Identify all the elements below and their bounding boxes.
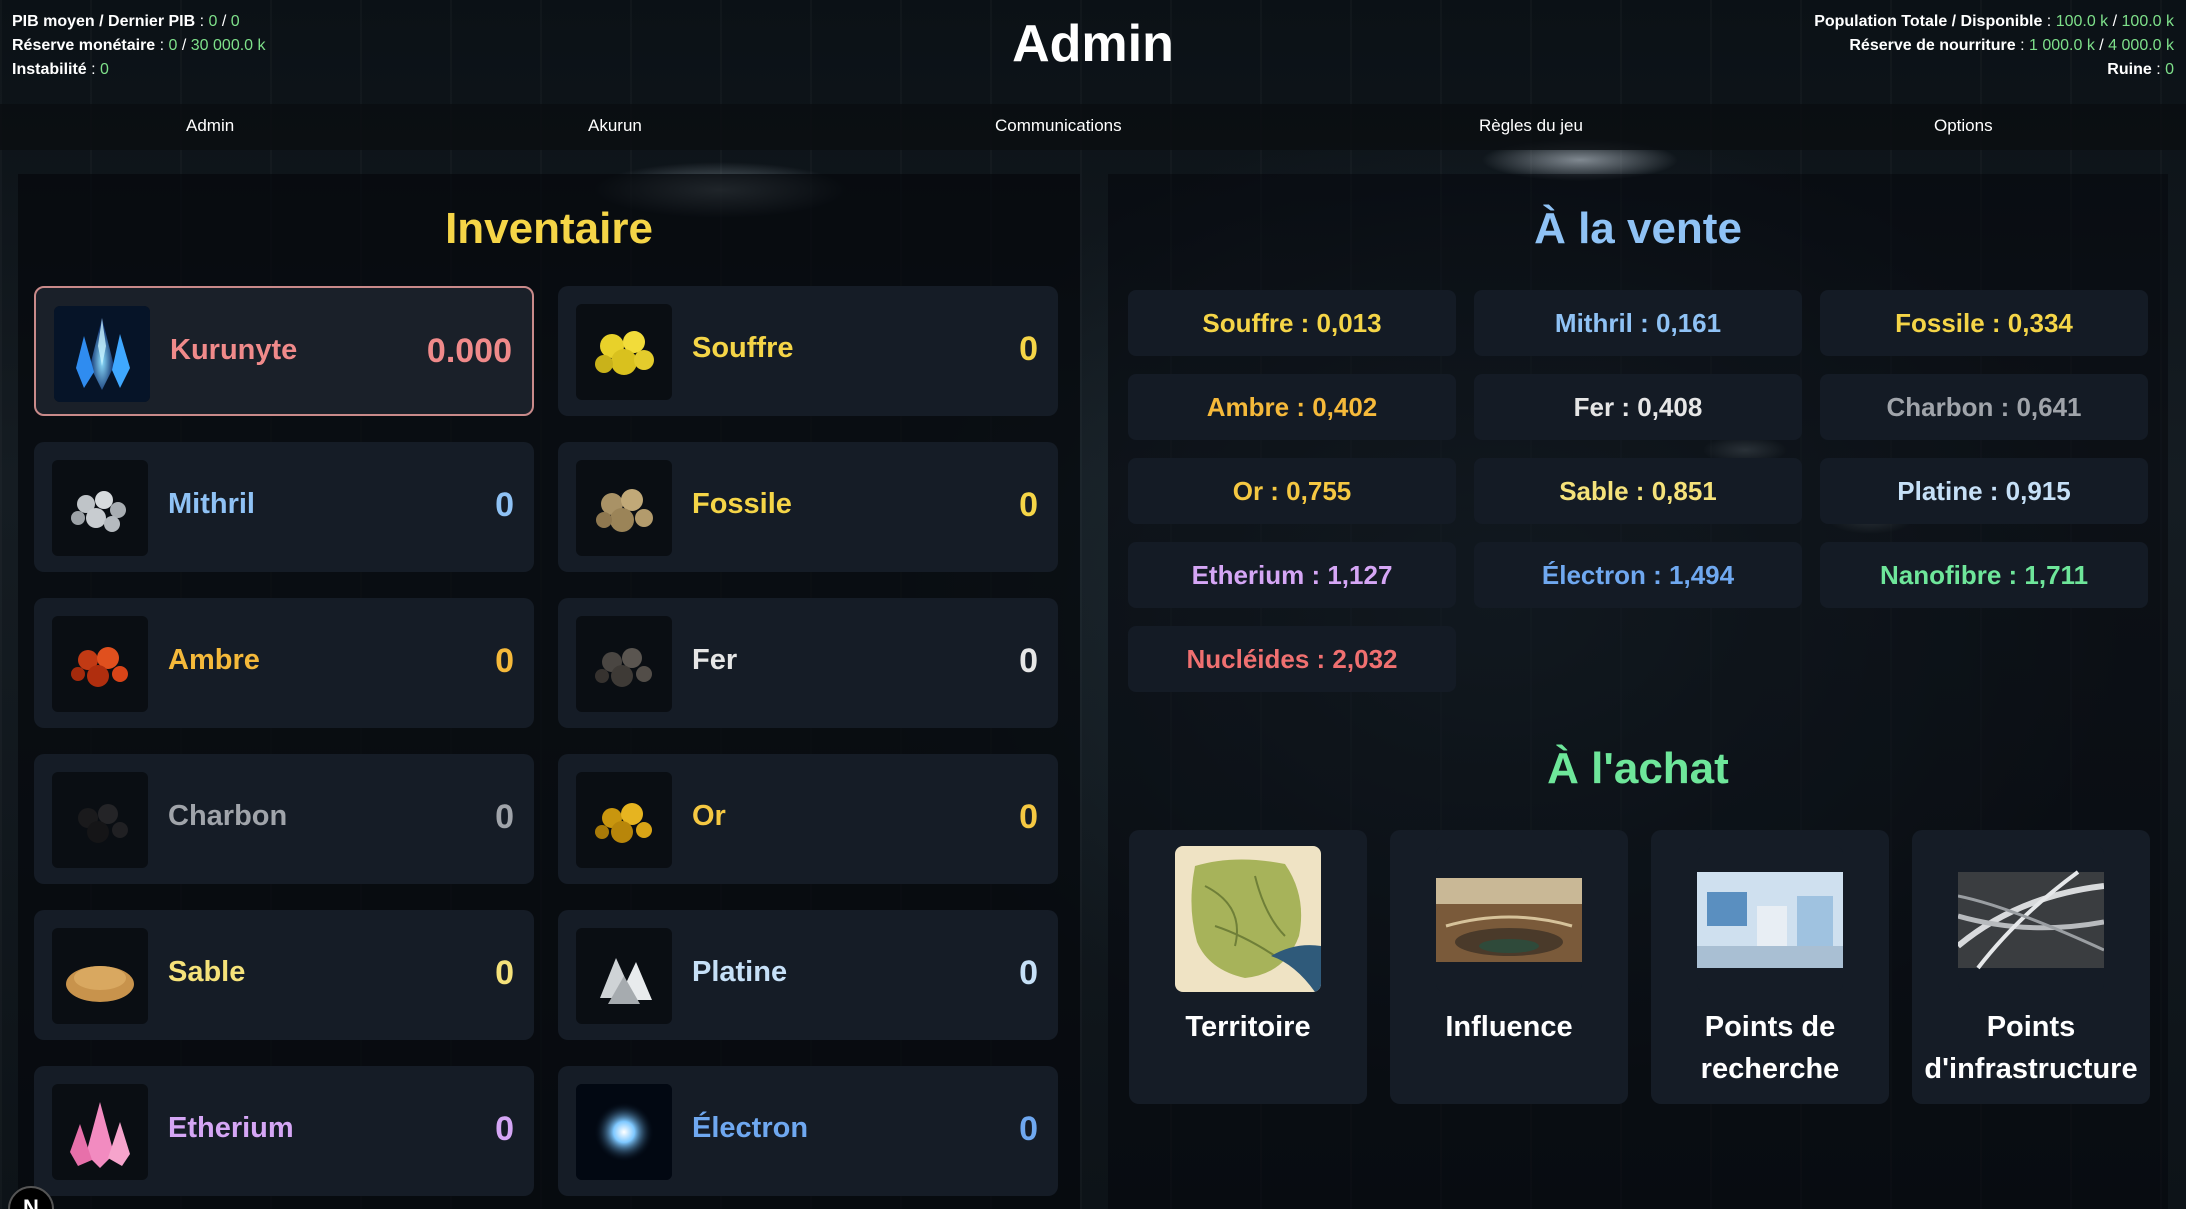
inventory-card-electron[interactable]: Électron 0 (558, 1066, 1058, 1196)
sale-button-etherium[interactable]: Etherium : 1,127 (1128, 542, 1456, 608)
sale-button-electron[interactable]: Électron : 1,494 (1474, 542, 1802, 608)
nav-item-regles[interactable]: Règles du jeu (1479, 116, 1583, 136)
inventory-card-ambre[interactable]: Ambre 0 (34, 598, 534, 728)
purchase-label: Points de recherche (1700, 1011, 1840, 1085)
nav-item-admin[interactable]: Admin (186, 116, 234, 136)
sale-button-charbon[interactable]: Charbon : 0,641 (1820, 374, 2148, 440)
souffre-icon (576, 304, 672, 400)
inventory-item-qty: 0 (1019, 486, 1038, 524)
inventory-item-name: Fossile (692, 488, 792, 520)
inventory-item-qty: 0 (495, 642, 514, 680)
inventory-item-qty: 0 (1019, 1110, 1038, 1148)
inventory-card-souffre[interactable]: Souffre 0 (558, 286, 1058, 416)
inventory-item-name: Fer (692, 644, 738, 676)
inventory-item-name: Etherium (168, 1112, 294, 1144)
inventory-card-charbon[interactable]: Charbon 0 (34, 754, 534, 884)
inventory-card-kurunyte[interactable]: Kurunyte 0.000 (34, 286, 534, 416)
purchase-label: Territoire (1185, 1011, 1311, 1043)
sale-button-fossile[interactable]: Fossile : 0,334 (1820, 290, 2148, 356)
inventory-card-fer[interactable]: Fer 0 (558, 598, 1058, 728)
inventory-item-name: Platine (692, 956, 788, 988)
inventory-item-qty: 0 (495, 1110, 514, 1148)
inventory-item-name: Sable (168, 956, 246, 988)
mithril-icon (52, 460, 148, 556)
inventory-item-qty: 0 (1019, 642, 1038, 680)
purchase-card-influence[interactable]: Influence (1390, 830, 1628, 1104)
inventory-item-name: Mithril (168, 488, 255, 520)
inventory-item-qty: 0 (495, 798, 514, 836)
purchase-label: Points d'infrastructure (1924, 1011, 2138, 1085)
purchase-title: À l'achat (1547, 744, 1729, 793)
inventory-item-name: Charbon (168, 800, 288, 832)
nav-item-akurun[interactable]: Akurun (588, 116, 642, 136)
sable-icon (52, 928, 148, 1024)
page-title: Admin (1012, 15, 1174, 73)
purchase-card-recherche[interactable]: Points de recherche (1651, 830, 1889, 1104)
sale-button-souffre[interactable]: Souffre : 0,013 (1128, 290, 1456, 356)
inventory-item-qty: 0.000 (426, 332, 512, 370)
inventory-item-qty: 0 (1019, 330, 1038, 368)
inventory-card-platine[interactable]: Platine 0 (558, 910, 1058, 1040)
inventory-item-name: Souffre (692, 332, 794, 364)
sale-title: À la vente (1534, 204, 1742, 253)
purchase-card-territoire[interactable]: Territoire (1129, 830, 1367, 1104)
electron-icon (576, 1084, 672, 1180)
platine-icon (576, 928, 672, 1024)
sale-button-fer[interactable]: Fer : 0,408 (1474, 374, 1802, 440)
inventory-item-name: Électron (692, 1112, 809, 1144)
laboratory-icon (1697, 846, 1843, 992)
sale-button-ambre[interactable]: Ambre : 0,402 (1128, 374, 1456, 440)
sale-button-nanofibre[interactable]: Nanofibre : 1,711 (1820, 542, 2148, 608)
sale-button-nucleides[interactable]: Nucléides : 2,032 (1128, 626, 1456, 692)
parliament-icon (1436, 846, 1582, 992)
main-nav: Admin Akurun Communications Règles du je… (0, 104, 2186, 150)
inventory-item-qty: 0 (1019, 954, 1038, 992)
inventory-item-name: Or (692, 800, 726, 832)
nav-item-communications[interactable]: Communications (995, 116, 1122, 136)
inventory-item-qty: 0 (495, 486, 514, 524)
etherium-icon (52, 1084, 148, 1180)
inventory-card-fossile[interactable]: Fossile 0 (558, 442, 1058, 572)
inventory-card-mithril[interactable]: Mithril 0 (34, 442, 534, 572)
inventory-panel: Inventaire Kurunyte 0.000 Souffre 0 Mith… (18, 174, 1080, 1209)
inventory-card-etherium[interactable]: Etherium 0 (34, 1066, 534, 1196)
inventory-title: Inventaire (445, 204, 653, 253)
territory-map-icon (1175, 846, 1321, 992)
nav-item-options[interactable]: Options (1934, 116, 1993, 136)
sale-button-or[interactable]: Or : 0,755 (1128, 458, 1456, 524)
inventory-item-qty: 0 (495, 954, 514, 992)
purchase-label: Influence (1445, 1011, 1573, 1043)
inventory-card-sable[interactable]: Sable 0 (34, 910, 534, 1040)
inventory-item-qty: 0 (1019, 798, 1038, 836)
ambre-icon (52, 616, 148, 712)
highway-icon (1958, 846, 2104, 992)
inventory-item-name: Kurunyte (170, 334, 298, 366)
charbon-icon (52, 772, 148, 868)
purchase-card-infrastructure[interactable]: Points d'infrastructure (1912, 830, 2150, 1104)
inventory-card-or[interactable]: Or 0 (558, 754, 1058, 884)
kurunyte-crystal-icon (54, 306, 150, 402)
inventory-item-name: Ambre (168, 644, 260, 676)
sale-button-mithril[interactable]: Mithril : 0,161 (1474, 290, 1802, 356)
fossile-icon (576, 460, 672, 556)
sale-button-sable[interactable]: Sable : 0,851 (1474, 458, 1802, 524)
sale-button-platine[interactable]: Platine : 0,915 (1820, 458, 2148, 524)
or-icon (576, 772, 672, 868)
fer-icon (576, 616, 672, 712)
